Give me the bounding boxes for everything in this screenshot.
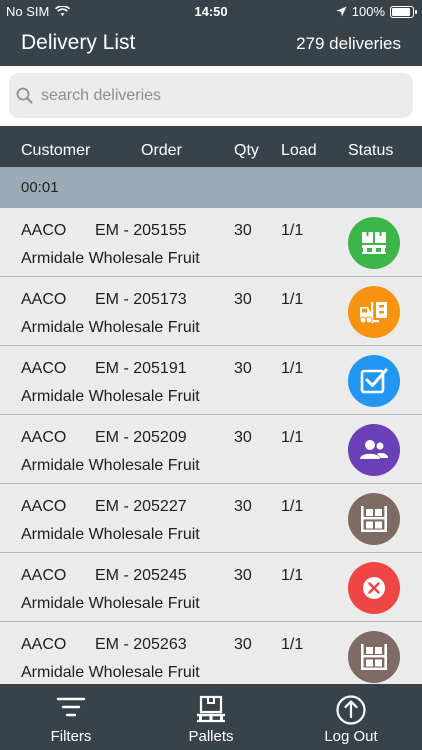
page-title: Delivery List [21,31,136,54]
row-qty: 30 [234,360,252,377]
table-row[interactable]: AACO EM - 205245 30 1/1 Armidale Wholesa… [0,553,422,622]
forklift-icon [359,302,387,324]
users-icon [360,440,388,459]
tab-label: Log Out [324,728,378,745]
row-qty: 30 [234,498,252,515]
cancel-icon [363,577,385,599]
row-load: 1/1 [281,222,304,239]
status-badge [348,286,400,338]
location-arrow-icon [336,6,347,17]
search-container [0,66,422,126]
row-customer-name: Armidale Wholesale Fruit [21,595,200,612]
tab-label: Pallets [188,728,234,745]
table-row[interactable]: AACO EM - 205191 30 1/1 Armidale Wholesa… [0,346,422,415]
row-load: 1/1 [281,636,304,653]
row-load: 1/1 [281,291,304,308]
row-customer: AACO [21,567,67,584]
delivery-count: 279 deliveries [296,34,401,53]
status-badge [348,355,400,407]
row-qty: 30 [234,291,252,308]
tab-log-out[interactable]: Log Out [281,684,421,750]
search-input[interactable] [39,85,403,106]
column-customer: Customer [21,142,91,159]
table-row[interactable]: AACO EM - 205173 30 1/1 Armidale Wholesa… [0,277,422,346]
column-header: Customer Order Qty Load Status [0,126,422,167]
table-row[interactable]: AACO EM - 205263 30 1/1 Armidale Wholesa… [0,622,422,691]
app-header: Delivery List 279 deliveries [0,22,422,66]
pallet-boxes-icon [362,232,386,254]
row-customer: AACO [21,429,67,446]
table-row[interactable]: AACO EM - 205155 30 1/1 Armidale Wholesa… [0,208,422,277]
row-customer-name: Armidale Wholesale Fruit [21,319,200,336]
status-badge [348,424,400,476]
row-qty: 30 [234,636,252,653]
battery-percent: 100% [351,4,385,19]
row-order: EM - 205263 [95,636,187,653]
row-customer-name: Armidale Wholesale Fruit [21,664,200,681]
bottom-tab-bar: Filters Pallets Log Out [0,684,422,750]
row-load: 1/1 [281,429,304,446]
row-customer: AACO [21,222,67,239]
warehouse-shelf-icon [361,506,387,532]
row-order: EM - 205191 [95,360,187,377]
row-customer-name: Armidale Wholesale Fruit [21,250,200,267]
row-load: 1/1 [281,360,304,377]
status-badge [348,217,400,269]
group-time-label: 00:01 [21,179,59,196]
row-order: EM - 205209 [95,429,187,446]
logout-icon [336,695,366,725]
column-order: Order [141,142,182,159]
row-customer-name: Armidale Wholesale Fruit [21,526,200,543]
row-customer: AACO [21,291,67,308]
tab-filters[interactable]: Filters [1,684,141,750]
checkbox-icon [360,368,388,394]
search-icon [16,87,33,104]
table-row[interactable]: AACO EM - 205227 30 1/1 Armidale Wholesa… [0,484,422,553]
row-qty: 30 [234,567,252,584]
row-customer: AACO [21,498,67,515]
row-order: EM - 205245 [95,567,187,584]
row-customer-name: Armidale Wholesale Fruit [21,457,200,474]
row-order: EM - 205173 [95,291,187,308]
row-load: 1/1 [281,567,304,584]
table-row[interactable]: AACO EM - 205209 30 1/1 Armidale Wholesa… [0,415,422,484]
row-customer: AACO [21,636,67,653]
status-bar: No SIM 14:50 100% [0,0,422,22]
group-header: 00:01 [0,167,422,208]
pallet-icon [197,695,225,723]
row-order: EM - 205155 [95,222,187,239]
row-customer: AACO [21,360,67,377]
tab-pallets[interactable]: Pallets [141,684,281,750]
battery-icon [390,5,417,18]
row-customer-name: Armidale Wholesale Fruit [21,388,200,405]
column-status: Status [348,142,394,159]
status-badge [348,562,400,614]
column-load: Load [281,142,317,159]
column-qty: Qty [234,142,259,159]
tab-label: Filters [50,728,92,745]
search-bar[interactable] [9,73,413,118]
row-qty: 30 [234,222,252,239]
status-badge [348,493,400,545]
row-qty: 30 [234,429,252,446]
filter-icon [56,697,86,717]
delivery-list: AACO EM - 205155 30 1/1 Armidale Wholesa… [0,208,422,691]
warehouse-shelf-icon [361,644,387,670]
row-order: EM - 205227 [95,498,187,515]
row-load: 1/1 [281,498,304,515]
status-badge [348,631,400,683]
